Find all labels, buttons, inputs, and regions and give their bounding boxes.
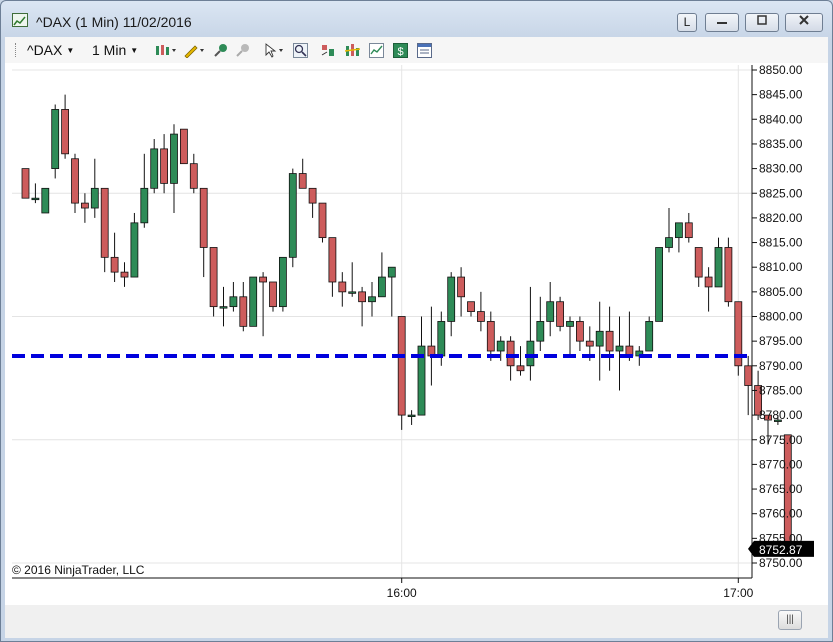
candle-body[interactable]	[338, 281, 347, 293]
y-axis-tick-label: 8790.00	[759, 359, 803, 373]
candle-body[interactable]	[259, 276, 268, 283]
y-axis-tick-label: 8820.00	[759, 211, 803, 225]
candle-body[interactable]	[496, 340, 505, 352]
candle-body[interactable]	[298, 173, 307, 189]
candle-body[interactable]	[605, 330, 614, 352]
last-price-tag-pointer	[748, 540, 754, 557]
candle-body[interactable]	[288, 173, 297, 258]
candle-body[interactable]	[41, 187, 50, 214]
candle-body[interactable]	[348, 291, 357, 294]
candle-body[interactable]	[397, 316, 406, 416]
candle-body[interactable]	[160, 148, 169, 184]
y-axis-tick-label: 8845.00	[759, 88, 803, 102]
horizontal-scroll-area	[5, 605, 828, 638]
chart-window: ^DAX (1 Min) 11/02/2016 L ^DAX▼ 1 Min▼	[0, 0, 833, 642]
candle-body[interactable]	[645, 321, 654, 352]
candle-body[interactable]	[566, 321, 574, 327]
y-axis-tick-label: 8775.00	[759, 433, 803, 447]
candle-body[interactable]	[120, 271, 129, 278]
x-axis-tick-label: 16:00	[387, 586, 417, 600]
candle-body[interactable]	[724, 247, 733, 303]
candle-body[interactable]	[21, 168, 30, 199]
candle-body[interactable]	[368, 296, 376, 303]
scrollbar-thumb[interactable]: |||	[778, 610, 802, 630]
candle-body[interactable]	[655, 247, 663, 322]
candle-body[interactable]	[278, 256, 287, 308]
candle-body[interactable]	[179, 128, 188, 165]
candle-body[interactable]	[199, 187, 208, 248]
candle-body[interactable]	[704, 276, 713, 288]
y-axis-tick-label: 8850.00	[759, 63, 803, 77]
candle-body[interactable]	[31, 197, 40, 201]
candle-body[interactable]	[684, 222, 693, 239]
candle-body[interactable]	[615, 345, 624, 352]
candle-body[interactable]	[140, 187, 149, 224]
candle-body[interactable]	[328, 237, 337, 283]
candle-body[interactable]	[150, 148, 159, 189]
candle-body[interactable]	[358, 291, 367, 303]
candle-body[interactable]	[556, 301, 564, 327]
candle-body[interactable]	[437, 321, 446, 357]
candle-body[interactable]	[457, 276, 466, 298]
candle-body[interactable]	[447, 276, 456, 322]
y-axis-tick-label: 8795.00	[759, 334, 803, 348]
candle-body[interactable]	[61, 109, 69, 155]
candle-body[interactable]	[308, 187, 317, 204]
candle-body[interactable]	[209, 247, 218, 308]
x-axis-tick-label: 17:00	[723, 586, 753, 600]
candle-body[interactable]	[675, 222, 683, 239]
y-axis-tick-label: 8785.00	[759, 383, 803, 397]
candle-body[interactable]	[100, 187, 109, 258]
candle-body[interactable]	[130, 222, 139, 278]
candle-body[interactable]	[239, 296, 248, 327]
candle-body[interactable]	[714, 247, 723, 288]
candle-body[interactable]	[516, 365, 525, 372]
candle-body[interactable]	[229, 296, 238, 308]
candle-body[interactable]	[170, 133, 178, 184]
y-axis-tick-label: 8835.00	[759, 137, 803, 151]
candle-body[interactable]	[387, 266, 396, 278]
candle-body[interactable]	[576, 321, 584, 342]
candle-body[interactable]	[219, 306, 228, 309]
candle-body[interactable]	[694, 247, 703, 278]
candle-body[interactable]	[476, 311, 485, 322]
candle-body[interactable]	[51, 109, 60, 170]
candle-body[interactable]	[536, 321, 545, 342]
y-axis-tick-label: 8825.00	[759, 186, 803, 200]
last-price-label: 8752.87	[759, 543, 803, 557]
y-axis-tick-label: 8770.00	[759, 457, 803, 471]
y-axis-tick-label: 8765.00	[759, 482, 803, 496]
y-axis-tick-label: 8810.00	[759, 260, 803, 274]
y-axis-tick-label: 8760.00	[759, 507, 803, 521]
candle-body[interactable]	[110, 256, 119, 273]
y-axis-tick-label: 8830.00	[759, 162, 803, 176]
candle-body[interactable]	[407, 414, 416, 418]
candle-body[interactable]	[595, 330, 604, 347]
y-axis-tick-label: 8750.00	[759, 556, 803, 570]
candle-body[interactable]	[486, 321, 495, 352]
candle-body[interactable]	[269, 281, 277, 308]
candle-body[interactable]	[744, 365, 753, 386]
y-axis-tick-label: 8780.00	[759, 408, 803, 422]
candle-body[interactable]	[90, 187, 99, 209]
y-axis-tick-label: 8805.00	[759, 285, 803, 299]
candle-body[interactable]	[467, 301, 475, 312]
candle-body[interactable]	[665, 237, 673, 248]
candle-body[interactable]	[506, 340, 515, 367]
y-axis-tick-label: 8800.00	[759, 310, 803, 324]
candle-body[interactable]	[377, 276, 386, 298]
candle-body[interactable]	[189, 163, 198, 189]
copyright-text: © 2016 NinjaTrader, LLC	[12, 563, 145, 577]
candle-body[interactable]	[526, 340, 535, 367]
candle-body[interactable]	[546, 301, 555, 322]
candle-body[interactable]	[585, 340, 594, 347]
y-axis-tick-label: 8840.00	[759, 112, 803, 126]
candle-body[interactable]	[81, 202, 89, 209]
candle-body[interactable]	[71, 158, 79, 204]
candle-body[interactable]	[318, 202, 327, 239]
price-chart[interactable]: 8850.00 8845.00 8840.00 8835.00 8830.00 8825.…	[1, 1, 833, 642]
candle-body[interactable]	[249, 276, 258, 327]
y-axis-tick-label: 8815.00	[759, 236, 803, 250]
